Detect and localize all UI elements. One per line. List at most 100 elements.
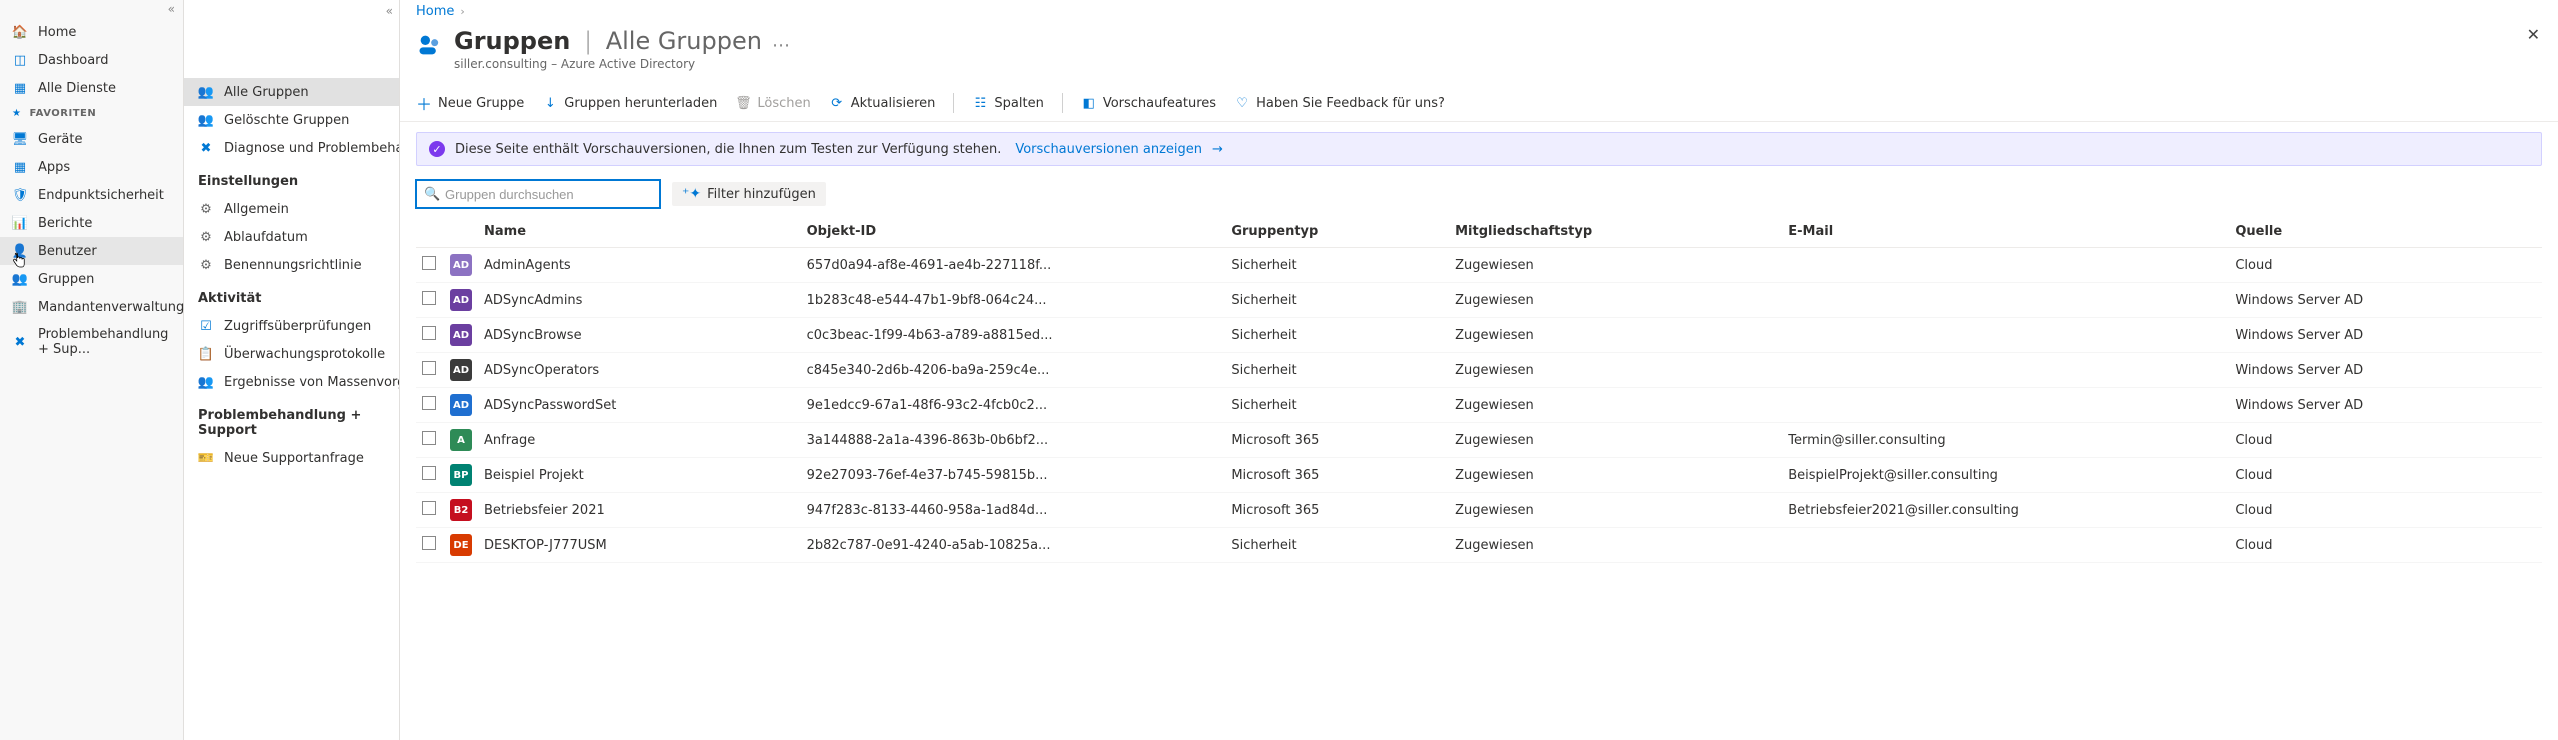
nav-item-label: Benutzer [38, 244, 97, 259]
table-row[interactable]: ADADSyncPasswordSet9e1edcc9-67a1-48f6-93… [416, 388, 2542, 423]
cell-membership: Zugewiesen [1449, 458, 1782, 493]
group-badge: DE [450, 534, 472, 556]
secondary-nav-item[interactable]: ✖Diagnose und Problembehandlu... [184, 134, 399, 162]
columns-button[interactable]: ☷ Spalten [972, 95, 1043, 111]
close-blade-button[interactable]: ✕ [2527, 25, 2540, 44]
secondary-nav-item[interactable]: ☑Zugriffsüberprüfungen [184, 312, 399, 340]
table-row[interactable]: BPBeispiel Projekt92e27093-76ef-4e37-b74… [416, 458, 2542, 493]
cell-objectid: 9e1edcc9-67a1-48f6-93c2-4fcb0c2... [801, 388, 1226, 423]
collapse-primary-sidebar[interactable]: « [0, 0, 183, 18]
preview-features-button[interactable]: ◧ Vorschaufeatures [1081, 95, 1216, 111]
col-source[interactable]: Quelle [2229, 216, 2542, 248]
primary-nav-item[interactable]: 🏢Mandantenverwaltung [0, 293, 183, 321]
cell-grouptype: Sicherheit [1225, 248, 1449, 283]
primary-nav-item[interactable]: ▦Apps [0, 153, 183, 181]
download-icon: ↓ [542, 95, 558, 111]
secondary-nav-item[interactable]: ⚙ Ablaufdatum [184, 223, 399, 251]
cell-source: Cloud [2229, 528, 2542, 563]
row-checkbox[interactable] [422, 291, 436, 305]
groups-icon: 👥 [198, 84, 214, 100]
activity-heading: Aktivität [184, 279, 399, 312]
groups-icon: 👥 [12, 271, 28, 287]
header-more-button[interactable]: ⋯ [772, 35, 790, 56]
search-icon: 🔍 [424, 187, 440, 202]
secondary-nav-item[interactable]: ⚙Benennungsrichtlinie [184, 251, 399, 279]
group-badge: AD [450, 254, 472, 276]
primary-nav-item[interactable]: 👥Gruppen [0, 265, 183, 293]
secondary-nav-item[interactable]: 👥Gelöschte Gruppen [184, 106, 399, 134]
cell-email: BeispielProjekt@siller.consulting [1782, 458, 2229, 493]
cell-email: Termin@siller.consulting [1782, 423, 2229, 458]
cell-membership: Zugewiesen [1449, 423, 1782, 458]
primary-nav-item[interactable]: 📊Berichte [0, 209, 183, 237]
col-email[interactable]: E-Mail [1782, 216, 2229, 248]
refresh-icon: ⟳ [829, 95, 845, 111]
table-row[interactable]: ADAdminAgents657d0a94-af8e-4691-ae4b-227… [416, 248, 2542, 283]
table-row[interactable]: AAnfrage3a144888-2a1a-4396-863b-0b6bf2..… [416, 423, 2542, 458]
apps-icon: ▦ [12, 159, 28, 175]
row-checkbox[interactable] [422, 501, 436, 515]
cell-grouptype: Sicherheit [1225, 388, 1449, 423]
row-checkbox[interactable] [422, 536, 436, 550]
secondary-nav-item[interactable]: 📋Überwachungsprotokolle [184, 340, 399, 368]
nav-item-label: Ablaufdatum [224, 230, 308, 245]
row-checkbox[interactable] [422, 256, 436, 270]
banner-link[interactable]: Vorschauversionen anzeigen [1015, 142, 1202, 157]
group-badge: AD [450, 324, 472, 346]
row-checkbox[interactable] [422, 431, 436, 445]
primary-nav-item[interactable]: 🖥Geräte [0, 125, 183, 153]
search-input[interactable] [416, 180, 660, 208]
primary-nav-item[interactable]: ◫Dashboard [0, 46, 183, 74]
row-checkbox[interactable] [422, 326, 436, 340]
row-checkbox[interactable] [422, 466, 436, 480]
table-row[interactable]: B2Betriebsfeier 2021947f283c-8133-4460-9… [416, 493, 2542, 528]
primary-nav-item[interactable]: 🏠Home [0, 18, 183, 46]
nav-item-label: Alle Dienste [38, 81, 116, 96]
col-objectid[interactable]: Objekt-ID [801, 216, 1226, 248]
table-row[interactable]: DEDESKTOP-J777USM2b82c787-0e91-4240-a5ab… [416, 528, 2542, 563]
delete-button[interactable]: 🗑 Löschen [735, 95, 810, 111]
col-membership[interactable]: Mitgliedschaftstyp [1449, 216, 1782, 248]
cell-email [1782, 283, 2229, 318]
secondary-nav-item[interactable]: 👥Alle Gruppen [184, 78, 399, 106]
refresh-button[interactable]: ⟳ Aktualisieren [829, 95, 936, 111]
row-checkbox[interactable] [422, 396, 436, 410]
primary-nav-item[interactable]: ✖Problembehandlung + Sup... [0, 321, 183, 363]
search-box: 🔍 [416, 180, 660, 208]
collapse-secondary-sidebar[interactable]: « [386, 4, 393, 18]
download-groups-button[interactable]: ↓ Gruppen herunterladen [542, 95, 717, 111]
nav-item-label: Ergebnisse von Massenvorgängen [224, 375, 399, 390]
table-row[interactable]: ADADSyncOperatorsc845e340-2d6b-4206-ba9a… [416, 353, 2542, 388]
nav-item-label: Home [38, 25, 76, 40]
table-row[interactable]: ADADSyncAdmins1b283c48-e544-47b1-9bf8-06… [416, 283, 2542, 318]
gear-icon: ⚙ [198, 229, 214, 245]
cell-email: Betriebsfeier2021@siller.consulting [1782, 493, 2229, 528]
group-badge: B2 [450, 499, 472, 521]
breadcrumb-home[interactable]: Home [416, 4, 454, 19]
select-all-column[interactable] [416, 216, 444, 248]
add-filter-chip[interactable]: ⁺✦ Filter hinzufügen [672, 182, 826, 206]
new-group-button[interactable]: ＋ Neue Gruppe [416, 95, 524, 111]
primary-nav-item[interactable]: 👤Benutzer [0, 237, 183, 265]
row-checkbox[interactable] [422, 361, 436, 375]
breadcrumb: Home › [400, 0, 2558, 23]
col-grouptype[interactable]: Gruppentyp [1225, 216, 1449, 248]
table-row[interactable]: ADADSyncBrowsec0c3beac-1f99-4b63-a789-a8… [416, 318, 2542, 353]
secondary-nav-item[interactable]: ⚙Allgemein [184, 195, 399, 223]
cell-objectid: 2b82c787-0e91-4240-a5ab-10825a... [801, 528, 1226, 563]
secondary-nav-item[interactable]: 👥Ergebnisse von Massenvorgängen [184, 368, 399, 396]
primary-nav-item[interactable]: 🛡Endpunktsicherheit [0, 181, 183, 209]
col-name[interactable]: Name [478, 216, 801, 248]
cell-membership: Zugewiesen [1449, 528, 1782, 563]
feedback-button[interactable]: ♡ Haben Sie Feedback für uns? [1234, 95, 1445, 111]
dashboard-icon: ◫ [12, 52, 28, 68]
nav-item-label: Zugriffsüberprüfungen [224, 319, 371, 334]
troubleshoot-icon: ✖ [12, 334, 28, 350]
secondary-nav-item[interactable]: 🎫Neue Supportanfrage [184, 444, 399, 472]
cell-email [1782, 248, 2229, 283]
cell-name: AdminAgents [478, 248, 801, 283]
cell-grouptype: Sicherheit [1225, 318, 1449, 353]
cell-source: Windows Server AD [2229, 388, 2542, 423]
primary-nav-item[interactable]: ▦Alle Dienste [0, 74, 183, 102]
cell-membership: Zugewiesen [1449, 248, 1782, 283]
